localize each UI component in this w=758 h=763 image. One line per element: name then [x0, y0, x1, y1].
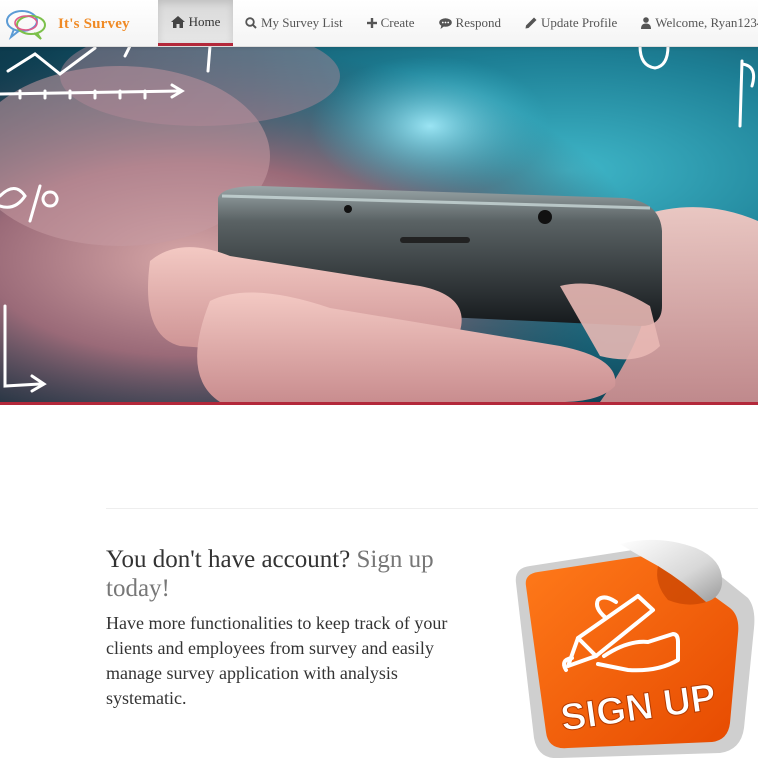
signup-heading-main: You don't have account? [106, 546, 351, 573]
nav-welcome-user[interactable]: Welcome, Ryan123456 [629, 0, 758, 46]
speech-bubbles-icon [6, 10, 46, 40]
hero-carousel[interactable] [0, 46, 758, 402]
nav-respond[interactable]: Respond [427, 0, 514, 46]
nav-update-profile-label: Update Profile [541, 15, 618, 30]
search-icon [245, 17, 257, 29]
signup-section: You don't have account? Sign up today! H… [106, 545, 476, 711]
signup-description: Have more functionalities to keep track … [106, 613, 448, 708]
brand-name: It's Survey [58, 15, 130, 32]
signup-badge-button[interactable]: SIGN UP [508, 538, 758, 759]
nav-my-survey-list-label: My Survey List [261, 15, 343, 30]
signup-heading: You don't have account? Sign up today! [106, 545, 476, 603]
nav-update-profile[interactable]: Update Profile [513, 0, 629, 46]
plus-icon [366, 18, 377, 28]
nav-my-survey-list[interactable]: My Survey List [233, 0, 355, 46]
nav-create-label: Create [380, 15, 415, 30]
user-icon [641, 17, 652, 29]
sign-up-badge-image: SIGN UP [515, 539, 755, 759]
hero-bottom-border [0, 402, 758, 405]
nav-home-label: Home [188, 13, 221, 29]
comment-icon [438, 17, 452, 29]
section-divider [106, 508, 758, 509]
nav-create[interactable]: Create [355, 0, 427, 46]
pencil-icon [525, 17, 537, 29]
hero-slide-image [0, 46, 758, 402]
nav-menu: Home My Survey List Create Respond Updat… [158, 0, 758, 46]
nav-welcome-user-label: Welcome, Ryan123456 [655, 15, 758, 30]
nav-respond-label: Respond [455, 15, 502, 30]
top-navbar: It's Survey Home My Survey List Create R… [0, 0, 758, 47]
home-icon [170, 15, 185, 28]
brand[interactable]: It's Survey [4, 7, 130, 41]
nav-home[interactable]: Home [158, 0, 233, 46]
